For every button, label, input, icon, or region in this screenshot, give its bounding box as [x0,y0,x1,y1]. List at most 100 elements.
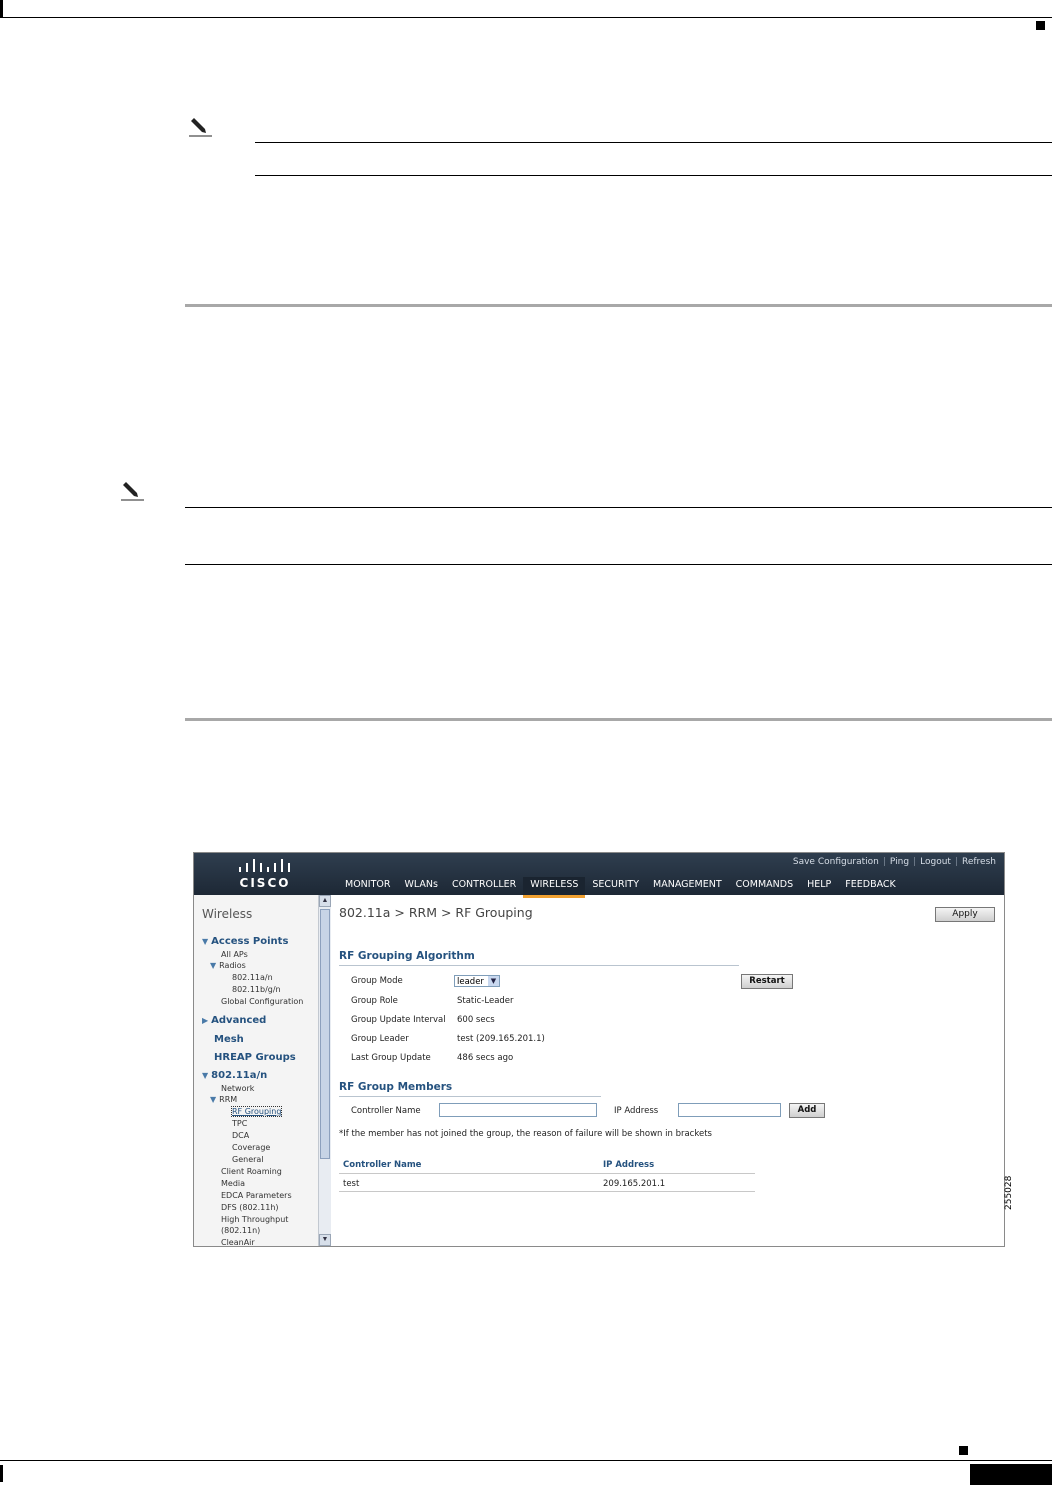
note-rule-bottom [185,564,1052,565]
top-rule [0,17,1052,18]
sidebar-item-high-throughput[interactable]: High Throughput [221,1215,288,1224]
collapsed-triangle-icon: ▶ [202,1016,209,1025]
note-rule-top [185,507,1052,508]
logo-text: CISCO [239,876,291,890]
main-content: 802.11a > RRM > RF Grouping Apply RF Gro… [331,895,1004,1246]
scroll-down-icon[interactable]: ▼ [319,1234,331,1246]
note-rule-bottom [255,175,1052,176]
expanded-triangle-icon: ▼ [202,937,209,946]
group-mode-select[interactable]: leader ▼ [454,975,500,987]
save-configuration-link[interactable]: Save Configuration [793,857,879,867]
pencil-note-icon [121,482,144,501]
section-divider [339,1096,601,1097]
sidebar-item-cleanair[interactable]: CleanAir [221,1238,255,1246]
pencil-note-icon [189,118,212,137]
members-section-title: RF Group Members [339,1081,453,1093]
sidebar-title: Wireless [202,907,253,921]
sidebar-item-rrm[interactable]: ▼ RRM [210,1095,237,1104]
sidebar-item-band[interactable]: ▼ 802.11a/n [202,1070,267,1081]
page-number-box [970,1464,1052,1485]
separator: | [913,857,917,867]
breadcrumb: 802.11a > RRM > RF Grouping [339,905,533,920]
section-rule-2 [185,718,1052,721]
members-note: *If the member has not joined the group,… [339,1129,712,1139]
bottom-right-mark [959,1446,968,1455]
scroll-thumb[interactable] [320,909,330,1159]
logout-link[interactable]: Logout [920,857,951,867]
main-nav: MONITOR WLANs CONTROLLER WIRELESS SECURI… [338,877,903,898]
column-header-controller: Controller Name [343,1160,422,1170]
nav-controller[interactable]: CONTROLLER [445,877,523,895]
expanded-triangle-icon: ▼ [210,961,217,970]
member-controller-name: test [343,1179,360,1189]
sidebar-item-network[interactable]: Network [221,1084,254,1093]
ip-address-label: IP Address [614,1106,659,1116]
sidebar-item-advanced[interactable]: ▶ Advanced [202,1015,266,1026]
last-update-label: Last Group Update [351,1053,431,1063]
top-bar: CISCO Save Configuration | Ping | Logout | Ref… [194,853,1004,898]
column-header-ip: IP Address [603,1160,655,1170]
utility-links: Save Configuration | Ping | Logout | Refresh [793,857,996,867]
section-rule-1 [185,304,1052,307]
ping-link[interactable]: Ping [890,857,909,867]
top-left-mark [0,0,3,17]
sidebar-item-general[interactable]: General [232,1155,264,1164]
restart-button[interactable]: Restart [741,974,793,989]
apply-button[interactable]: Apply [935,907,995,922]
figure-id: 255028 [1004,1175,1014,1210]
sidebar-item-client-roaming[interactable]: Client Roaming [221,1167,282,1176]
sidebar-item-media[interactable]: Media [221,1179,245,1188]
section-divider [339,965,739,966]
nav-help[interactable]: HELP [800,877,838,895]
ip-address-input[interactable] [678,1103,781,1117]
sidebar-item-coverage[interactable]: Coverage [232,1143,270,1152]
bottom-rule [0,1460,1052,1461]
sidebar-item-radio-bg[interactable]: 802.11b/g/n [232,985,281,994]
note-rule-top [255,142,1052,143]
expanded-triangle-icon: ▼ [202,1071,209,1080]
sidebar-item-access-points[interactable]: ▼ Access Points [202,936,288,947]
wlc-screenshot: CISCO Save Configuration | Ping | Logout | Ref… [193,852,1005,1247]
nav-monitor[interactable]: MONITOR [338,877,397,895]
sidebar-item-radios[interactable]: ▼ Radios [210,961,246,970]
controller-name-input[interactable] [439,1103,597,1117]
last-update-value: 486 secs ago [457,1053,514,1063]
group-mode-label: Group Mode [351,976,403,986]
add-button[interactable]: Add [789,1103,825,1118]
sidebar: Wireless ▼ Access Points All APs ▼ Radios … [194,895,319,1246]
separator: | [954,857,958,867]
sidebar-item-high-throughput-sub[interactable]: (802.11n) [221,1226,260,1235]
sidebar-item-radio-a[interactable]: 802.11a/n [232,973,273,982]
sidebar-item-edca[interactable]: EDCA Parameters [221,1191,292,1200]
algorithm-section-title: RF Grouping Algorithm [339,950,475,962]
nav-wlans[interactable]: WLANs [397,877,444,895]
sidebar-item-all-aps[interactable]: All APs [221,950,248,959]
nav-feedback[interactable]: FEEDBACK [838,877,903,895]
update-interval-label: Group Update Interval [351,1015,446,1025]
controller-name-label: Controller Name [351,1106,421,1116]
member-ip-address: 209.165.201.1 [603,1179,666,1189]
sidebar-item-rf-grouping[interactable]: RF Grouping [230,1106,283,1117]
refresh-link[interactable]: Refresh [962,857,996,867]
cisco-bars-icon [239,859,290,872]
bottom-left-mark [0,1465,3,1482]
table-row-divider [339,1191,755,1192]
sidebar-item-mesh[interactable]: Mesh [214,1034,244,1045]
sidebar-item-hreap[interactable]: HREAP Groups [214,1052,296,1063]
sidebar-item-tpc[interactable]: TPC [232,1119,247,1128]
sidebar-item-dfs[interactable]: DFS (802.11h) [221,1203,279,1212]
expanded-triangle-icon: ▼ [210,1095,217,1104]
update-interval-value: 600 secs [457,1015,495,1025]
sidebar-item-global-config[interactable]: Global Configuration [221,997,303,1006]
table-header-divider [339,1173,755,1174]
nav-management[interactable]: MANAGEMENT [646,877,729,895]
nav-security[interactable]: SECURITY [585,877,646,895]
group-mode-value: leader [457,977,484,987]
sidebar-scrollbar[interactable]: ▲ ▼ [318,895,331,1246]
nav-commands[interactable]: COMMANDS [729,877,800,895]
group-leader-value: test (209.165.201.1) [457,1034,545,1044]
scroll-up-icon[interactable]: ▲ [319,895,331,907]
separator: | [882,857,886,867]
group-role-value: Static-Leader [457,996,514,1006]
sidebar-item-dca[interactable]: DCA [232,1131,249,1140]
